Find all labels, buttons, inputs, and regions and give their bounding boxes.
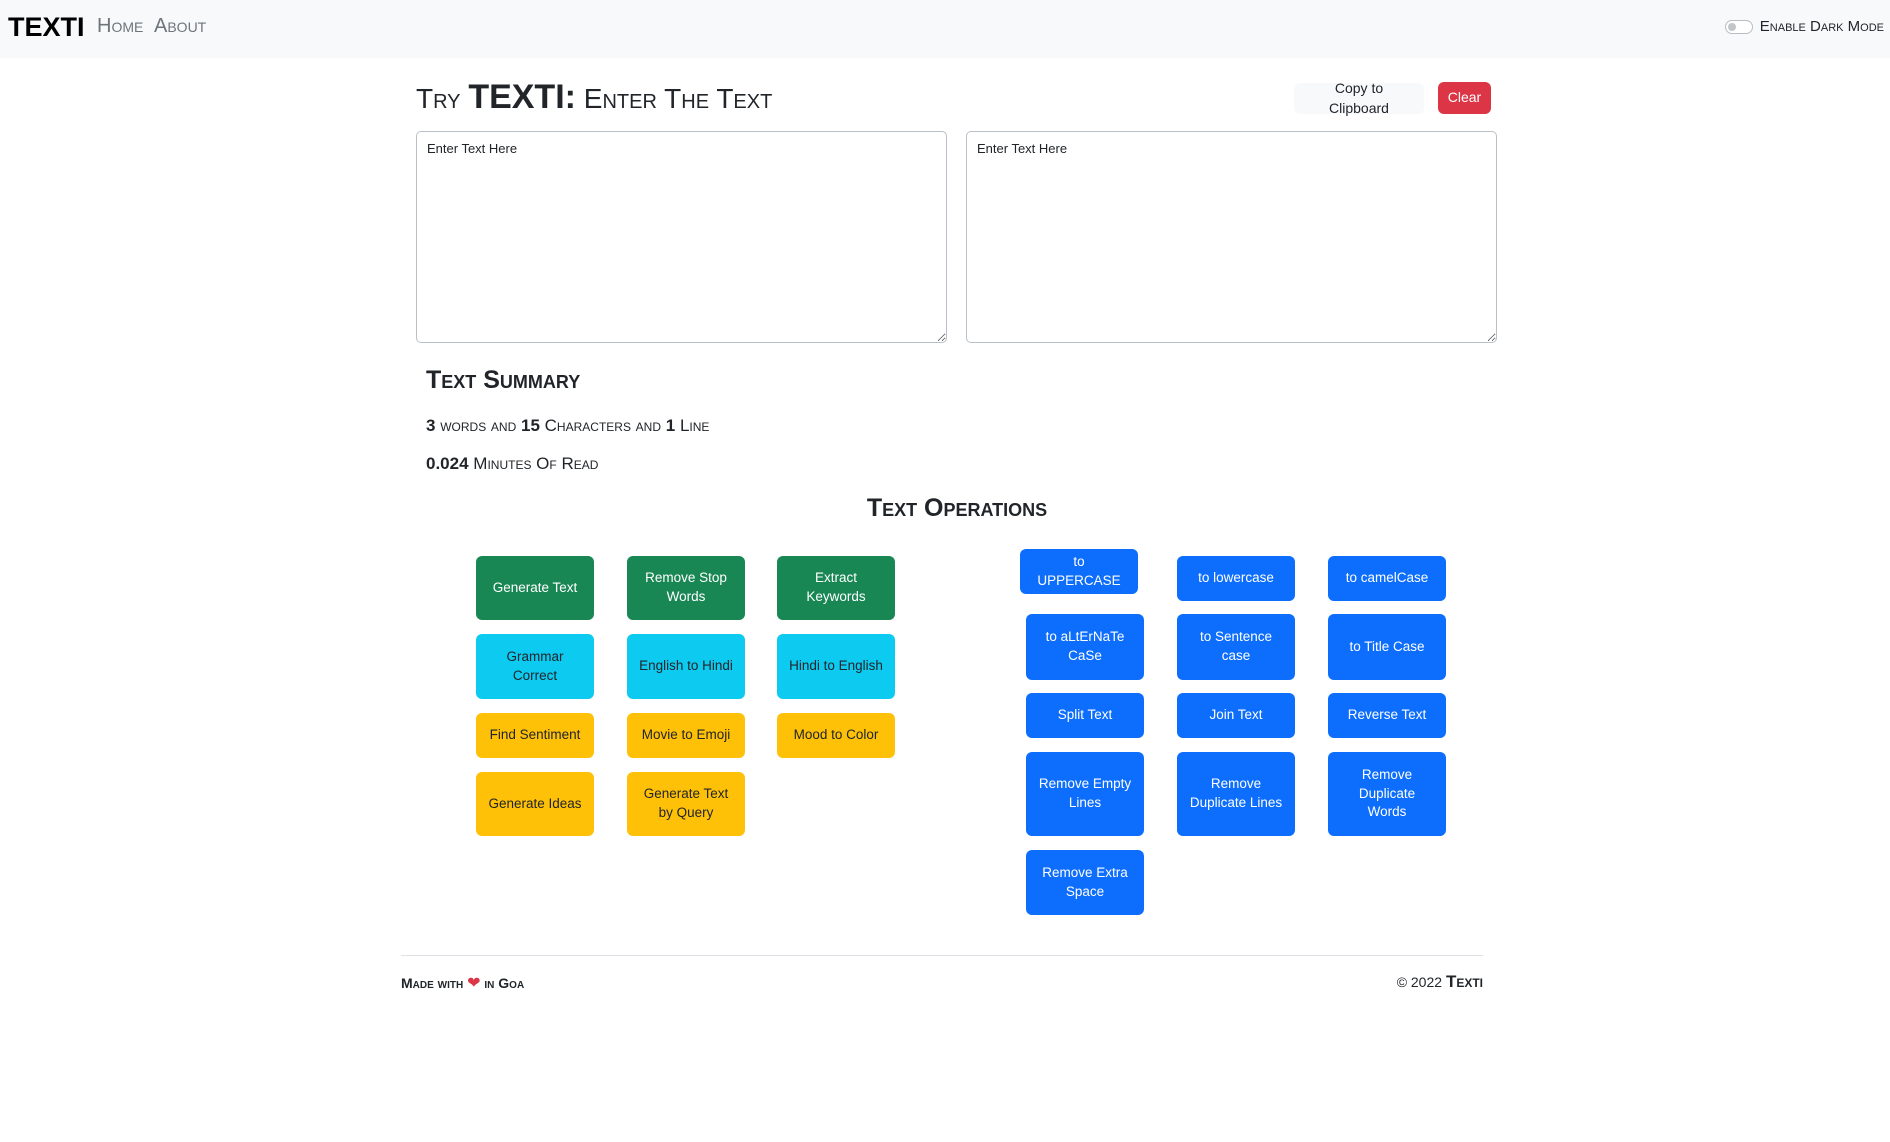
to-alternate-case-button[interactable]: to aLtErNaTe CaSe [1026,614,1144,680]
heart-icon: ❤ [467,975,481,992]
to-title-case-button[interactable]: to Title Case [1328,614,1446,680]
footer-location-text: in Goa [484,975,525,991]
extract-keywords-button[interactable]: Extract Keywords [777,556,895,620]
output-textarea[interactable] [966,131,1497,343]
toggle-knob [1727,22,1736,31]
reverse-text-button[interactable]: Reverse Text [1328,693,1446,738]
brand-logo[interactable]: TEXTI [8,12,85,43]
line-count: 1 [665,416,676,435]
page-title: Try TEXTI: Enter The Text [416,78,772,117]
movie-to-emoji-button[interactable]: Movie to Emoji [627,713,745,758]
generate-text-by-query-button[interactable]: Generate Text by Query [627,772,745,836]
navbar: TEXTI Home About Enable Dark Mode [0,0,1890,58]
copyright-text: © 2022 [1396,974,1443,990]
remove-extra-space-button[interactable]: Remove Extra Space [1026,850,1144,915]
remove-empty-lines-button[interactable]: Remove Empty Lines [1026,752,1144,836]
title-brand: TEXTI: [468,78,576,116]
nav-about-link[interactable]: About [154,15,206,38]
summary-counts: 3 words and 15 Characters and 1 Line [426,416,709,436]
hindi-to-english-button[interactable]: Hindi to English [777,634,895,699]
to-sentence-case-button[interactable]: to Sentence case [1177,614,1295,680]
dark-mode-toggle[interactable]: Enable Dark Mode [1724,18,1884,35]
footer-divider [401,955,1483,956]
remove-stop-words-button[interactable]: Remove Stop Words [627,556,745,620]
word-count: 3 [426,416,436,435]
to-camelcase-button[interactable]: to camelCase [1328,556,1446,601]
split-text-button[interactable]: Split Text [1026,693,1144,738]
dark-mode-label: Enable Dark Mode [1759,18,1884,35]
toggle-switch-icon[interactable] [1724,19,1753,34]
generate-ideas-button[interactable]: Generate Ideas [476,772,594,836]
copy-to-clipboard-button[interactable]: Copy to Clipboard [1294,80,1424,116]
read-minutes-label: Minutes Of Read [473,454,599,473]
char-count-label: Characters and [544,416,662,435]
operations-title: Text Operations [866,494,1048,522]
find-sentiment-button[interactable]: Find Sentiment [476,713,594,758]
mood-to-color-button[interactable]: Mood to Color [777,713,895,758]
footer-made-with: Made with ❤ in Goa [401,973,524,993]
to-uppercase-button[interactable]: to UPPERCASE [1020,549,1138,594]
title-prefix: Try [416,83,461,114]
footer-copyright: © 2022 Texti [1397,972,1483,992]
join-text-button[interactable]: Join Text [1177,693,1295,738]
generate-text-button[interactable]: Generate Text [476,556,594,620]
remove-duplicate-lines-button[interactable]: Remove Duplicate Lines [1177,752,1295,836]
title-suffix: Enter The Text [583,83,773,114]
read-time: 0.024 Minutes Of Read [426,454,598,474]
char-count: 15 [521,416,540,435]
input-textarea[interactable] [416,131,947,343]
word-count-label: words and [440,416,517,435]
clear-button[interactable]: Clear [1438,82,1491,114]
line-count-label: Line [679,416,710,435]
english-to-hindi-button[interactable]: English to Hindi [627,634,745,699]
summary-title: Text Summary [426,366,581,394]
footer-made-with-text: Made with [401,975,464,991]
nav-home-link[interactable]: Home [97,15,143,38]
read-minutes: 0.024 [426,454,469,473]
remove-duplicate-words-button[interactable]: Remove Duplicate Words [1328,752,1446,836]
to-lowercase-button[interactable]: to lowercase [1177,556,1295,601]
footer-brand: Texti [1445,972,1483,991]
grammar-correct-button[interactable]: Grammar Correct [476,634,594,699]
